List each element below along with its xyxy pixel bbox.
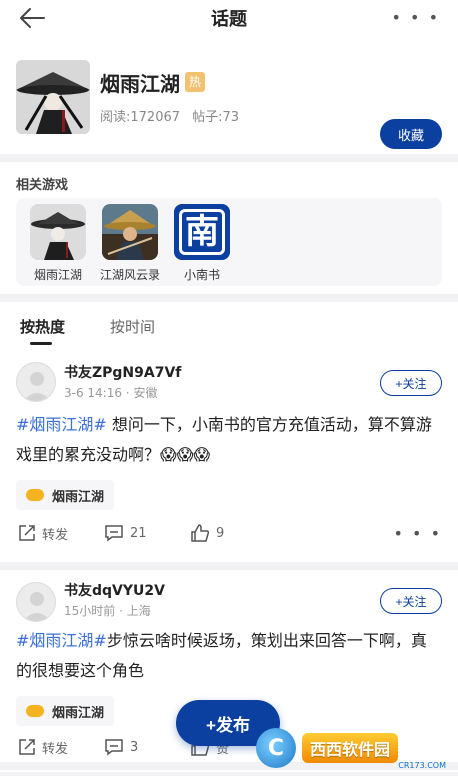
follow-button[interactable]: +关注 xyxy=(380,370,442,396)
share-icon xyxy=(19,525,35,541)
watermark-subtext: CR173.COM xyxy=(398,761,446,770)
game-tag-label: 烟雨江湖 xyxy=(52,705,105,721)
gamepad-icon xyxy=(26,705,44,717)
more-icon[interactable]: • • • xyxy=(392,8,440,27)
nan-character-icon: 南 xyxy=(174,204,230,260)
tab-time[interactable]: 按时间 xyxy=(110,316,155,337)
game-item[interactable]: 南 小南书 xyxy=(166,204,238,286)
ink-swordsman-icon xyxy=(30,204,86,260)
post-actions: 转发 21 9 • • • xyxy=(16,522,442,544)
shocked-emoji: 😱😱😱 xyxy=(160,445,211,464)
comment-action[interactable]: 21 xyxy=(104,524,147,542)
topic-hashtag[interactable]: #烟雨江湖# xyxy=(16,631,107,650)
post-count: 帖子:73 xyxy=(192,110,240,125)
topic-cover-image xyxy=(16,60,90,134)
game-item[interactable]: 烟雨江湖 xyxy=(22,204,94,286)
follow-button[interactable]: +关注 xyxy=(380,588,442,614)
back-arrow-icon[interactable] xyxy=(18,6,46,30)
comment-icon xyxy=(105,739,123,756)
related-games-title: 相关游戏 xyxy=(16,178,69,193)
read-count: 阅读:172067 xyxy=(100,110,181,125)
game-tag[interactable]: 烟雨江湖 xyxy=(16,480,115,510)
game-name: 江湖风云录 xyxy=(99,268,160,282)
topic-stats: 阅读:172067 帖子:73 xyxy=(100,106,239,125)
site-watermark: C 西西软件园 CR173.COM xyxy=(256,726,452,770)
related-games-section: 相关游戏 烟雨江湖 江湖风云录 南 小南书 xyxy=(0,162,458,294)
post-meta: 3-6 14:16 · 安徽 xyxy=(64,386,158,400)
thumbs-up-icon xyxy=(191,524,210,542)
post-item[interactable]: 书友ZPgN9A7Vf 3-6 14:16 · 安徽 +关注 #烟雨江湖# 想问… xyxy=(0,348,458,570)
sort-tabs: 按热度 按时间 xyxy=(0,302,458,348)
avatar[interactable] xyxy=(16,362,56,402)
post-meta: 15小时前 · 上海 xyxy=(64,604,151,618)
share-action[interactable]: 转发 xyxy=(18,738,68,757)
watermark-logo: C xyxy=(256,728,296,768)
username[interactable]: 书友dqVYU2V xyxy=(64,580,165,600)
active-tab-indicator xyxy=(30,342,52,345)
topic-title: 烟雨江湖 xyxy=(100,72,180,96)
game-name: 小南书 xyxy=(183,268,220,282)
top-bar: 话题 • • • xyxy=(0,0,458,36)
game-item[interactable]: 江湖风云录 xyxy=(94,204,166,286)
more-options-icon[interactable]: • • • xyxy=(394,524,442,543)
straw-hat-hero-icon xyxy=(102,204,158,260)
topic-hashtag[interactable]: #烟雨江湖# xyxy=(16,415,107,434)
comment-icon xyxy=(105,525,123,542)
related-games-list: 烟雨江湖 江湖风云录 南 小南书 xyxy=(16,198,442,286)
share-icon xyxy=(19,739,35,755)
game-tag[interactable]: 烟雨江湖 xyxy=(16,696,115,726)
share-action[interactable]: 转发 xyxy=(18,524,68,543)
page-title: 话题 xyxy=(211,9,247,30)
avatar[interactable] xyxy=(16,582,56,622)
username[interactable]: 书友ZPgN9A7Vf xyxy=(64,362,181,382)
collect-button[interactable]: 收藏 xyxy=(380,119,442,149)
topic-header: 烟雨江湖 热 阅读:172067 帖子:73 收藏 xyxy=(0,36,458,154)
watermark-text: 西西软件园 xyxy=(302,733,399,763)
post-content: #烟雨江湖# 想问一下，小南书的官方充值活动，算不算游戏里的累充没动啊？😱😱😱 xyxy=(16,410,442,470)
hot-badge: 热 xyxy=(185,72,205,92)
game-tag-label: 烟雨江湖 xyxy=(52,489,105,505)
like-action[interactable]: 9 xyxy=(190,524,224,542)
tab-hot[interactable]: 按热度 xyxy=(20,316,65,337)
gamepad-icon xyxy=(26,489,44,501)
game-name: 烟雨江湖 xyxy=(33,268,82,282)
post-content: #烟雨江湖#步惊云啥时候返场，策划出来回答一下啊，真的很想要这个角色 xyxy=(16,626,442,686)
comment-action[interactable]: 3 xyxy=(104,738,138,756)
